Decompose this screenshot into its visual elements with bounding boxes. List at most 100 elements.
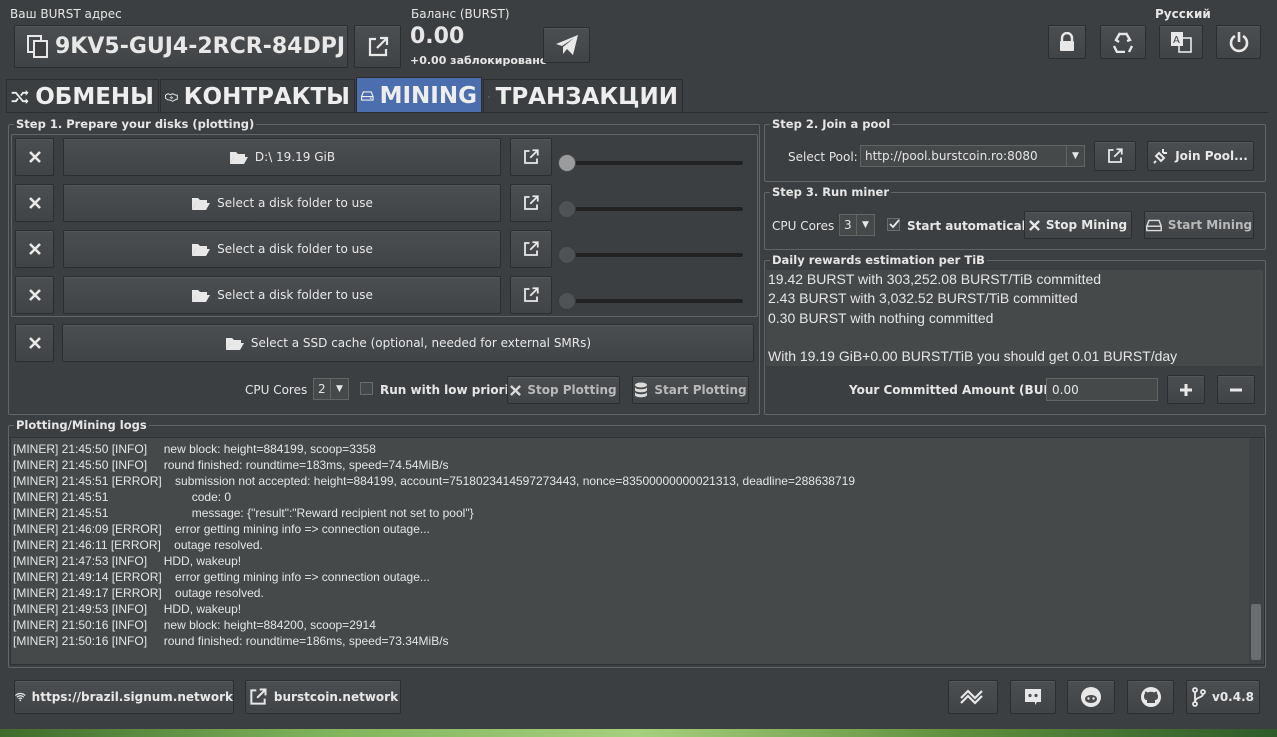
remove-disk-button[interactable] xyxy=(15,184,54,222)
slider-knob[interactable] xyxy=(558,200,576,218)
log-line: [MINER] 21:45:51 [ERROR] submission not … xyxy=(13,474,855,488)
reddit-button[interactable] xyxy=(1067,680,1115,714)
website-link-label: burstcoin.network xyxy=(273,690,399,704)
balance-label: Баланс (BURST) xyxy=(411,7,510,21)
plot-cpu-cores-select[interactable]: 2 ▼ xyxy=(313,378,349,400)
pool-value: http://pool.burstcoin.ro:8080 xyxy=(865,149,1038,163)
committed-amount-input[interactable]: 0.00 xyxy=(1046,378,1158,401)
chevron-down-icon: ▼ xyxy=(1066,146,1084,166)
open-disk-button[interactable] xyxy=(510,184,552,222)
power-button[interactable] xyxy=(1216,25,1261,59)
logs-legend: Plotting/Mining logs xyxy=(14,418,149,432)
slider-knob[interactable] xyxy=(558,292,576,310)
close-icon xyxy=(510,384,522,396)
lock-button[interactable] xyxy=(1048,25,1086,59)
handshake-icon xyxy=(165,92,178,102)
remove-disk-button[interactable] xyxy=(15,276,54,314)
miner-cpu-cores-select[interactable]: 3 ▼ xyxy=(839,214,875,236)
chevron-down-icon: ▼ xyxy=(330,379,348,399)
copy-icon xyxy=(27,34,48,58)
github-icon xyxy=(1140,687,1161,707)
signum-logo-icon xyxy=(960,689,983,705)
remove-ssd-button[interactable] xyxy=(15,324,54,362)
tab-label: ТРАНЗАКЦИИ xyxy=(495,83,678,110)
recycle-button[interactable] xyxy=(1100,25,1146,59)
remove-disk-button[interactable] xyxy=(15,138,54,176)
translate-icon: A xyxy=(1171,32,1192,53)
pool-select[interactable]: http://pool.burstcoin.ro:8080 ▼ xyxy=(860,145,1085,167)
disk-size-slider[interactable] xyxy=(560,253,743,257)
discord-icon xyxy=(1025,689,1041,705)
open-disk-button[interactable] xyxy=(510,230,552,268)
external-link-icon xyxy=(1108,148,1123,163)
close-icon xyxy=(28,151,41,163)
link-icon xyxy=(488,96,490,97)
start-mining-label: Start Mining xyxy=(1167,218,1253,232)
committed-amount-value: 0.00 xyxy=(1052,382,1079,397)
plot-cpu-cores-value: 2 xyxy=(318,382,326,396)
github-button[interactable] xyxy=(1127,680,1174,714)
external-link-icon xyxy=(524,287,539,302)
open-disk-button[interactable] xyxy=(510,138,552,176)
tab-transactions[interactable]: ТРАНЗАКЦИИ xyxy=(483,79,683,113)
select-disk-folder-button[interactable]: D:\ 19.19 GiB xyxy=(63,138,501,176)
start-automatically-label: Start automatically xyxy=(907,219,1038,233)
signum-logo-button[interactable] xyxy=(948,680,998,714)
folder-open-icon xyxy=(229,151,248,164)
select-ssd-cache-button[interactable]: Select a SSD cache (optional, needed for… xyxy=(62,324,754,362)
join-pool-label: Join Pool... xyxy=(1175,149,1248,163)
folder-open-icon xyxy=(192,289,211,302)
disk-label: Select a disk folder to use xyxy=(217,242,373,256)
tab-exchanges[interactable]: ОБМЕНЫ xyxy=(6,79,159,113)
disk-size-slider[interactable] xyxy=(560,299,743,303)
stop-mining-button[interactable]: Stop Mining xyxy=(1024,211,1132,239)
send-button[interactable] xyxy=(543,27,590,63)
start-mining-button[interactable]: Start Mining xyxy=(1144,211,1254,239)
select-disk-folder-button[interactable]: Select a disk folder to use xyxy=(63,230,501,268)
tab-label: КОНТРАКТЫ xyxy=(183,83,350,110)
rewards-text-area: 19.42 BURST with 303,252.08 BURST/TiB co… xyxy=(766,270,1263,366)
close-icon xyxy=(28,243,41,255)
plot-cpu-cores-label: CPU Cores xyxy=(245,383,308,397)
log-scrollbar-thumb[interactable] xyxy=(1251,604,1261,660)
external-link-icon xyxy=(368,36,388,56)
open-disk-button[interactable] xyxy=(510,276,552,314)
translate-button[interactable]: A xyxy=(1159,25,1203,59)
stop-plotting-button[interactable]: Stop Plotting xyxy=(507,376,620,404)
external-link-icon xyxy=(524,195,539,210)
decrease-commitment-button[interactable] xyxy=(1217,375,1255,404)
low-priority-checkbox[interactable] xyxy=(360,382,373,395)
select-disk-folder-button[interactable]: Select a disk folder to use xyxy=(63,276,501,314)
rewards-legend: Daily rewards estimation per TiB xyxy=(770,253,987,267)
paper-plane-icon xyxy=(555,35,578,55)
low-priority-label: Run with low priority xyxy=(380,383,523,397)
log-line: [MINER] 21:45:50 [INFO] new block: heigh… xyxy=(13,442,376,456)
open-pool-button[interactable] xyxy=(1094,141,1136,171)
start-automatically-checkbox[interactable] xyxy=(887,218,900,231)
join-pool-button[interactable]: Join Pool... xyxy=(1147,141,1254,171)
tab-mining[interactable]: MINING xyxy=(356,77,482,113)
slider-knob[interactable] xyxy=(558,246,576,264)
open-address-button[interactable] xyxy=(354,25,401,68)
tab-content-divider xyxy=(6,112,1268,113)
select-disk-folder-button[interactable]: Select a disk folder to use xyxy=(63,184,501,222)
copy-address-button[interactable]: 9KV5-GUJ4-2RCR-84DPJ xyxy=(14,25,348,68)
remove-disk-button[interactable] xyxy=(15,230,54,268)
language-label[interactable]: Русский xyxy=(1155,7,1211,21)
disk-size-slider[interactable] xyxy=(560,207,743,211)
start-plotting-button[interactable]: Start Plotting xyxy=(632,376,749,404)
version-button[interactable]: v0.4.8 xyxy=(1186,680,1260,714)
discord-button[interactable] xyxy=(1010,680,1056,714)
desktop-background xyxy=(0,729,1277,737)
node-link-button[interactable]: https://brazil.signum.network xyxy=(14,680,234,714)
disk-size-slider[interactable] xyxy=(560,161,743,165)
tab-contracts[interactable]: КОНТРАКТЫ xyxy=(160,79,355,113)
log-text-area[interactable]: [MINER] 21:45:50 [INFO] new block: heigh… xyxy=(10,437,1265,665)
log-line: [MINER] 21:47:53 [INFO] HDD, wakeup! xyxy=(13,554,242,568)
increase-commitment-button[interactable] xyxy=(1167,375,1205,404)
slider-knob[interactable] xyxy=(558,154,576,172)
website-link-button[interactable]: burstcoin.network xyxy=(245,680,401,714)
git-branch-icon xyxy=(1192,687,1206,707)
power-icon xyxy=(1229,32,1248,53)
plug-icon xyxy=(1153,149,1168,164)
